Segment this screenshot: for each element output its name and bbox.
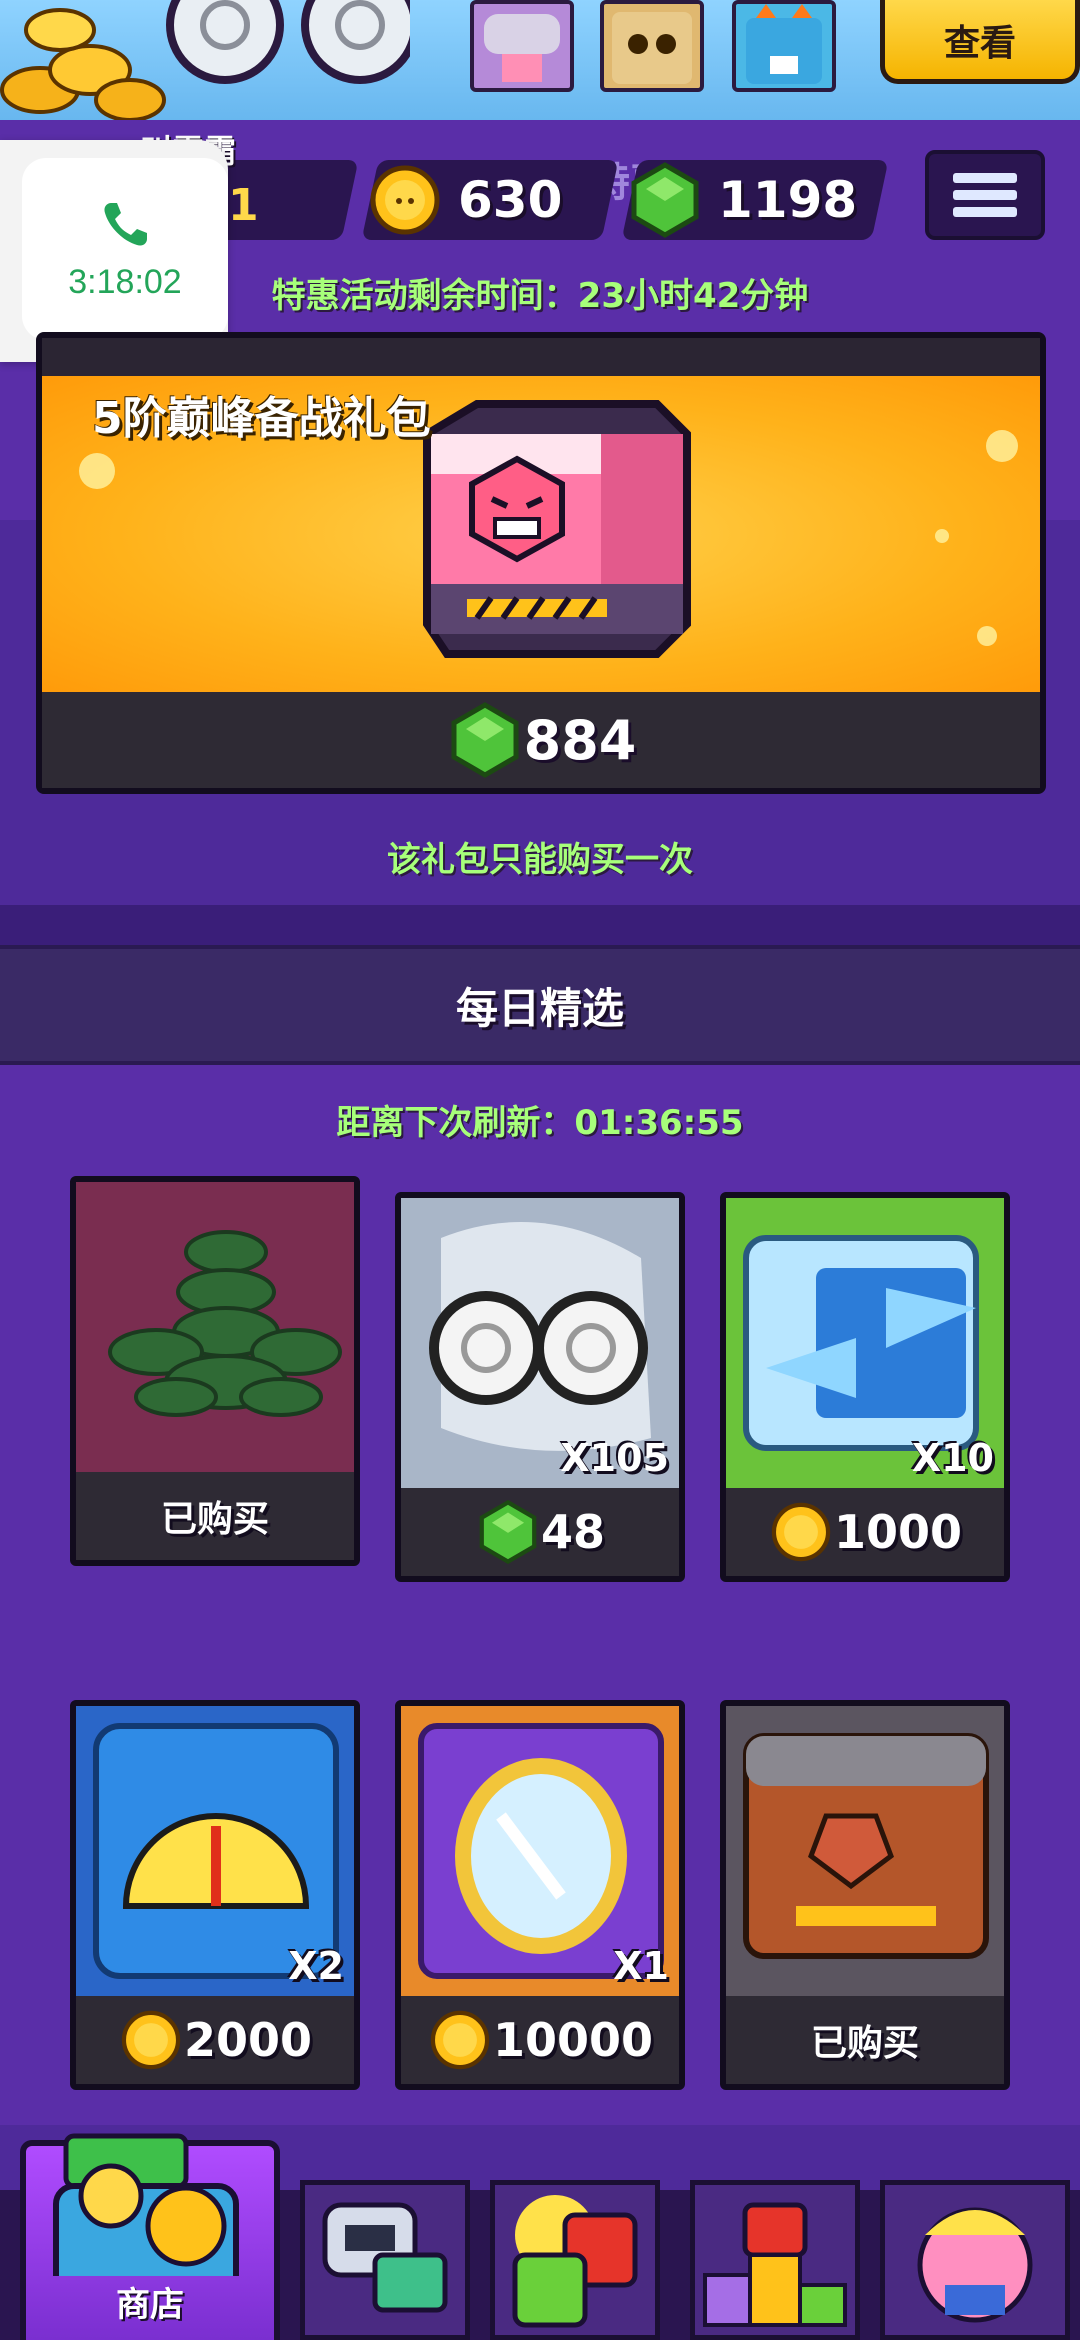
pack-card-top: [42, 338, 1040, 376]
gem-pile-icon: [76, 1182, 354, 1472]
daily-item-brown-chest[interactable]: 已购买: [720, 1700, 1010, 2090]
daily-item-gem-pile[interactable]: 已购买: [70, 1176, 360, 1566]
coin-icon: [370, 165, 440, 235]
party-character-icon: [917, 2207, 1033, 2323]
coin-icon: [121, 2010, 181, 2070]
nav-tab-mail-bot[interactable]: [300, 2180, 470, 2340]
daily-item-speed-gauge[interactable]: X2 2000: [70, 1700, 360, 2090]
daily-item-quantity: X105: [560, 1436, 669, 1480]
daily-item-price-button[interactable]: 48: [401, 1488, 679, 1576]
offer-timer: 特惠活动剩余时间：23小时42分钟: [271, 276, 809, 316]
refresh-timer: 距离下次刷新：01:36:55: [336, 1103, 744, 1143]
portrait-turban-hero[interactable]: [470, 0, 574, 92]
pack-price: 884: [523, 708, 637, 772]
portrait-mummy-hero[interactable]: [600, 0, 704, 92]
daily-item-price: 已购买: [726, 1996, 1004, 2084]
coin-icon: [430, 2010, 490, 2070]
phone-icon: [104, 202, 147, 246]
daily-item-hypno-hero[interactable]: X105 48: [395, 1192, 685, 1582]
daily-item-price: 10000: [492, 2013, 654, 2067]
nav-tab-shop[interactable]: 商店: [20, 2133, 280, 2340]
daily-item-price-button[interactable]: 10000: [401, 1996, 679, 2084]
nav-tab-events[interactable]: [880, 2180, 1070, 2340]
daily-item-quantity: X2: [288, 1944, 344, 1988]
daily-selection-header: 每日精选: [0, 945, 1080, 1065]
nav-tab-leaderboard[interactable]: [690, 2180, 860, 2340]
daily-item-swap-cube[interactable]: X10 1000: [720, 1192, 1010, 1582]
brown-chest-icon: [726, 1706, 1004, 1996]
daily-item-price: 1000: [833, 1505, 963, 1559]
portrait-fire-hero[interactable]: [732, 0, 836, 92]
daily-item-price: 48: [540, 1505, 605, 1559]
coin-counter[interactable]: 630: [361, 160, 619, 240]
heroes-icon: [512, 2195, 638, 2328]
menu-button[interactable]: [925, 150, 1045, 240]
coin-icon: [771, 1502, 831, 1562]
hamburger-icon: [953, 173, 1017, 217]
gem-icon: [631, 162, 699, 238]
mail-robot-icon: [322, 2202, 448, 2313]
daily-item-quantity: X10: [911, 1436, 994, 1480]
coin-amount: 630: [458, 171, 563, 229]
daily-item-price: 2000: [183, 2013, 313, 2067]
player-level: 1: [228, 180, 259, 231]
daily-item-quantity: X1: [613, 1944, 669, 1988]
daily-item-price-button[interactable]: 1000: [726, 1488, 1004, 1576]
section-divider: [0, 905, 1080, 945]
shop-icon: [53, 2133, 239, 2276]
pack-price-button[interactable]: 884: [42, 692, 1040, 788]
daily-item-price-button[interactable]: 2000: [76, 1996, 354, 2084]
shop-label: 商店: [116, 2285, 184, 2325]
top-banner: 查看: [0, 0, 1080, 120]
gem-icon: [451, 702, 519, 778]
daily-selection-title: 每日精选: [455, 983, 624, 1033]
podium-icon: [703, 2202, 847, 2327]
daily-item-price: 已购买: [76, 1472, 354, 1560]
daily-item-mirror-cube[interactable]: X1 10000: [395, 1700, 685, 2090]
purchase-limit-note: 该礼包只能购买一次: [387, 840, 693, 880]
gem-amount: 1198: [718, 171, 858, 229]
hero-goggles-icon: [166, 0, 410, 84]
pack-name: 5阶巅峰备战礼包: [92, 393, 431, 444]
view-button[interactable]: 查看: [880, 0, 1080, 84]
gem-counter[interactable]: 1198: [621, 160, 889, 240]
nav-tab-heroes[interactable]: [490, 2180, 660, 2340]
gem-icon: [479, 1499, 537, 1565]
